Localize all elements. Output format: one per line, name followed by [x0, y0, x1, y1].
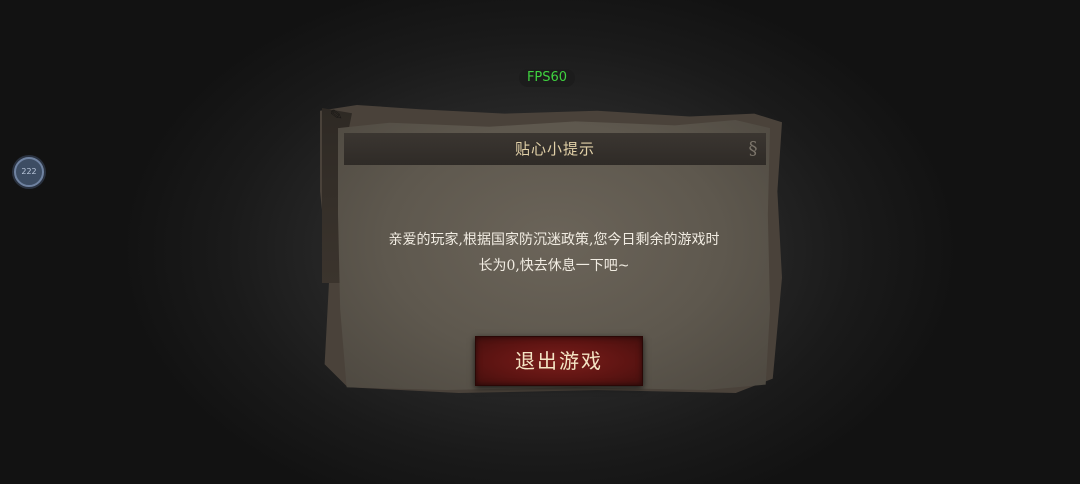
exit-game-button[interactable]: 退出游戏 — [475, 336, 643, 386]
message-line-2: 长为0,快去休息一下吧~ — [478, 258, 630, 274]
ornament-icon: § — [748, 138, 758, 159]
dialog-title: 贴心小提示 — [514, 140, 595, 158]
floating-assistant-ball[interactable]: 222 — [14, 157, 44, 187]
message-line-1: 亲爱的玩家,根据国家防沉迷政策,您今日剩余的游戏时 — [388, 232, 720, 248]
fps-counter: FPS60 — [519, 69, 575, 87]
anti-addiction-message: 亲爱的玩家,根据国家防沉迷政策,您今日剩余的游戏时 长为0,快去休息一下吧~ — [358, 227, 750, 279]
scribble-decoration-icon: ✎ — [328, 105, 344, 125]
